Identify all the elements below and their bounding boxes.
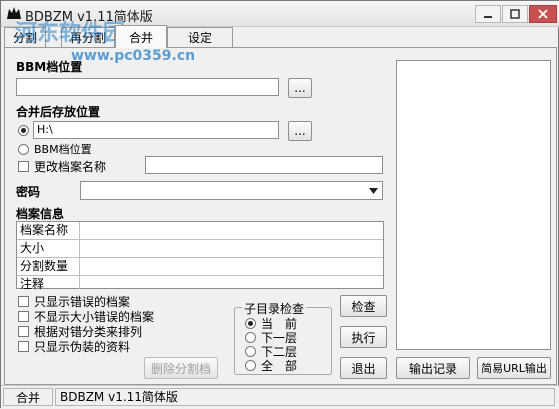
file-info-label: 档案信息 xyxy=(16,207,65,221)
execute-button[interactable]: 执行 xyxy=(340,326,387,348)
save-browse-button[interactable]: ... xyxy=(288,121,312,141)
rename-label: 更改档案名称 xyxy=(34,160,107,174)
subdir-all-label: 全 部 xyxy=(261,359,298,373)
only-errors-checkbox[interactable] xyxy=(18,296,29,307)
save-bbm-label: BBM档位置 xyxy=(34,143,92,156)
exit-button[interactable]: 退出 xyxy=(340,357,387,379)
maximize-icon[interactable] xyxy=(502,5,528,23)
info-row-comment: 注释 xyxy=(20,277,45,291)
tab-resplit[interactable]: 再分割 xyxy=(61,27,115,47)
subdir-current-radio[interactable] xyxy=(245,318,256,329)
close-icon[interactable] xyxy=(529,5,557,23)
subdir-level2-radio[interactable] xyxy=(245,346,256,357)
check-button[interactable]: 检查 xyxy=(340,295,387,317)
delete-parts-button[interactable]: 删除分割档 xyxy=(144,357,218,379)
export-url-button[interactable]: 简易URL输出 xyxy=(477,357,551,379)
minimize-icon[interactable] xyxy=(475,5,501,23)
minimize-glyph-icon xyxy=(484,16,492,18)
only-fakes-checkbox[interactable] xyxy=(18,341,29,352)
tab-settings[interactable]: 设定 xyxy=(167,27,233,47)
bbm-location-label: BBM档位置 xyxy=(16,60,83,74)
bbm-location-input[interactable] xyxy=(16,78,279,96)
save-bbm-radio[interactable] xyxy=(18,144,29,155)
tab-split[interactable]: 分割 xyxy=(4,27,46,47)
bbm-browse-button[interactable]: ... xyxy=(288,78,312,98)
subdir-all-radio[interactable] xyxy=(245,360,256,371)
save-custom-radio[interactable] xyxy=(18,125,29,136)
rename-checkbox[interactable] xyxy=(18,161,29,172)
info-row-size: 大小 xyxy=(17,240,383,258)
sort-by-error-checkbox[interactable] xyxy=(18,326,29,337)
close-glyph-icon xyxy=(538,9,548,19)
status-version: BDBZM v1.11简体版 xyxy=(55,388,555,406)
save-location-input[interactable]: H:\ xyxy=(33,121,279,139)
info-row-parts: 分割数量 xyxy=(17,258,383,276)
hide-size-errors-checkbox[interactable] xyxy=(18,311,29,322)
title-bar: BDBZM v1.11简体版 xyxy=(1,1,559,27)
status-bar: 合并 BDBZM v1.11简体版 xyxy=(1,385,559,409)
file-info-table: 档案名称 大小 分割数量 注释 xyxy=(16,221,384,291)
chevron-down-icon[interactable] xyxy=(365,182,382,199)
log-output-box[interactable] xyxy=(396,60,551,350)
table-divider xyxy=(79,222,80,289)
password-label: 密码 xyxy=(16,185,41,199)
subdir-level1-radio[interactable] xyxy=(245,332,256,343)
only-fakes-label: 只显示伪装的资料 xyxy=(34,340,131,354)
export-log-button[interactable]: 输出记录 xyxy=(396,357,470,379)
password-select[interactable] xyxy=(80,181,383,200)
rename-input[interactable] xyxy=(145,156,383,174)
merge-save-label: 合并后存放位置 xyxy=(16,105,101,119)
status-mode: 合并 xyxy=(3,388,53,406)
app-logo-icon xyxy=(7,7,21,19)
dropdown-arrow-icon xyxy=(369,187,378,194)
info-row-filename: 档案名称 xyxy=(17,222,383,240)
tab-merge[interactable]: 合并 xyxy=(115,25,167,48)
app-window: BDBZM v1.11简体版 分割 再分割 合并 设定 河东软件园 www.pc… xyxy=(0,0,559,409)
maximize-glyph-icon xyxy=(510,9,520,19)
window-title: BDBZM v1.11简体版 xyxy=(25,10,153,25)
